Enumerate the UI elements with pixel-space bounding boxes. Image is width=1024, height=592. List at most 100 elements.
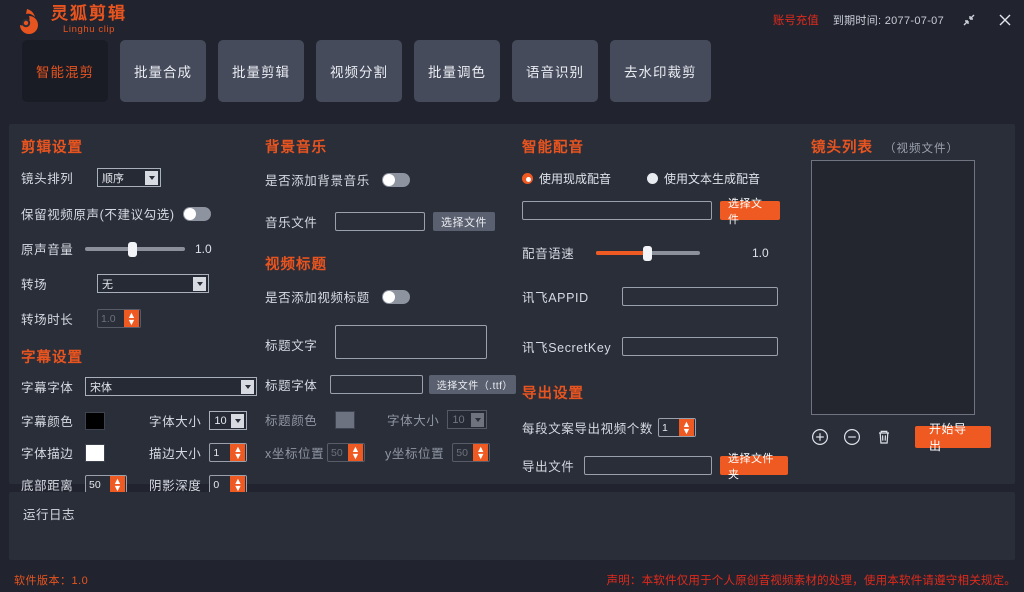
stepper-arrows-icon[interactable]: ▲▼	[473, 444, 488, 461]
slider-handle[interactable]	[128, 242, 137, 257]
toggle-knob	[383, 174, 395, 186]
tab-watermark-crop[interactable]: 去水印裁剪	[610, 40, 711, 102]
subtitle-font-label: 字幕字体	[21, 377, 85, 396]
stepper-arrows-icon[interactable]: ▲▼	[110, 476, 125, 493]
chevron-down-icon	[193, 277, 206, 291]
tab-label: 批量调色	[428, 61, 486, 81]
subtitle-outline-label: 字体描边	[21, 443, 85, 462]
xunfei-secretkey-label: 讯飞SecretKey	[522, 337, 622, 356]
outline-size-value: 1	[210, 447, 230, 459]
start-export-button[interactable]: 开始导出	[915, 426, 991, 448]
tab-video-split[interactable]: 视频分割	[316, 40, 402, 102]
transition-duration-stepper[interactable]: 1.0 ▲▼	[97, 309, 141, 328]
stepper-arrows-icon[interactable]: ▲▼	[124, 310, 139, 327]
title-color-label: 标题颜色	[265, 410, 335, 429]
section-title-edit-settings: 剪辑设置	[21, 136, 261, 157]
fox-logo-icon	[14, 5, 44, 35]
lens-list-note: （视频文件）	[884, 143, 959, 155]
radio-existing-dub-label: 使用现成配音	[539, 170, 611, 187]
video-title-enable-toggle[interactable]	[382, 290, 410, 304]
section-title-bgm: 背景音乐	[265, 136, 516, 157]
close-icon[interactable]	[994, 9, 1016, 31]
lens-list-box[interactable]	[811, 160, 975, 415]
button-label: 选择文件夹	[728, 450, 780, 482]
subtitle-size-value: 10	[214, 415, 226, 427]
toggle-knob	[184, 208, 196, 220]
export-choose-folder-button[interactable]: 选择文件夹	[720, 456, 788, 475]
radio-existing-dub[interactable]: 使用现成配音	[522, 170, 611, 187]
shadow-depth-value: 0	[210, 479, 230, 491]
radio-text-to-speech-label: 使用文本生成配音	[664, 170, 760, 187]
lens-order-select[interactable]: 顺序	[97, 168, 161, 187]
bottom-distance-value: 50	[86, 479, 110, 491]
dub-file-input[interactable]	[522, 201, 712, 220]
stepper-arrows-icon[interactable]: ▲▼	[679, 419, 694, 436]
dub-speed-value: 1.0	[752, 246, 769, 260]
tab-batch-merge[interactable]: 批量合成	[120, 40, 206, 102]
plus-circle-icon[interactable]	[811, 428, 829, 446]
subtitle-color-swatch[interactable]	[85, 412, 105, 430]
dub-speed-slider[interactable]	[596, 246, 700, 260]
transition-label: 转场	[21, 274, 97, 293]
minimize-icon[interactable]	[958, 9, 980, 31]
tab-batch-color[interactable]: 批量调色	[414, 40, 500, 102]
button-label: 选择文件	[441, 214, 487, 230]
tab-label: 去水印裁剪	[624, 61, 697, 81]
title-font-choose-button[interactable]: 选择文件（.ttf）	[429, 375, 516, 394]
recharge-link[interactable]: 账号充值	[773, 12, 819, 28]
keep-original-audio-toggle[interactable]	[183, 207, 211, 221]
keep-original-audio-label: 保留视频原声(不建议勾选)	[21, 204, 175, 223]
xunfei-secretkey-input[interactable]	[622, 337, 778, 356]
slider-handle[interactable]	[643, 246, 652, 261]
title-y-stepper[interactable]: 50 ▲▼	[452, 443, 490, 462]
bgm-file-label: 音乐文件	[265, 212, 335, 231]
app-logo: 灵狐剪辑 Linghu clip	[14, 5, 127, 35]
lens-order-value: 顺序	[102, 170, 124, 186]
export-dir-input[interactable]	[584, 456, 712, 475]
stepper-arrows-icon[interactable]: ▲▼	[230, 476, 245, 493]
bgm-choose-file-button[interactable]: 选择文件	[433, 212, 495, 231]
title-bar: 灵狐剪辑 Linghu clip 账号充值 到期时间: 2077-07-07	[0, 0, 1024, 40]
transition-duration-label: 转场时长	[21, 309, 97, 328]
transition-select[interactable]: 无	[97, 274, 209, 293]
chevron-down-icon	[241, 380, 254, 394]
title-x-stepper[interactable]: 50 ▲▼	[327, 443, 365, 462]
transition-duration-value: 1.0	[98, 313, 124, 325]
stepper-arrows-icon[interactable]: ▲▼	[348, 444, 363, 461]
tab-batch-edit[interactable]: 批量剪辑	[218, 40, 304, 102]
title-color-swatch[interactable]	[335, 411, 355, 429]
original-volume-slider[interactable]	[85, 242, 185, 256]
outline-size-label: 描边大小	[149, 443, 201, 462]
brand-name-en: Linghu clip	[51, 25, 127, 35]
subtitle-size-select[interactable]: 10	[209, 411, 247, 430]
outline-size-stepper[interactable]: 1 ▲▼	[209, 443, 247, 462]
lens-list-actions: 开始导出	[811, 426, 991, 448]
stepper-arrows-icon[interactable]: ▲▼	[230, 444, 245, 461]
export-count-stepper[interactable]: 1 ▲▼	[658, 418, 696, 437]
subtitle-outline-color-swatch[interactable]	[85, 444, 105, 462]
title-size-select[interactable]: 10	[447, 410, 487, 429]
title-x-value: 50	[328, 447, 348, 459]
radio-text-to-speech[interactable]: 使用文本生成配音	[647, 170, 760, 187]
title-font-input[interactable]	[330, 375, 422, 394]
section-title-lens-list: 镜头列表 （视频文件）	[811, 136, 1015, 157]
tab-smart-mix[interactable]: 智能混剪	[22, 40, 108, 102]
trash-icon[interactable]	[875, 428, 893, 446]
subtitle-font-select[interactable]: 宋体	[85, 377, 257, 396]
footer-bar: 软件版本：1.0 声明：本软件仅用于个人原创音视频素材的处理，使用本软件请遵守相…	[0, 568, 1024, 592]
xunfei-appid-input[interactable]	[622, 287, 778, 306]
export-count-value: 1	[659, 422, 679, 434]
settings-panel: 剪辑设置 镜头排列 顺序 保留视频原声(不建议勾选) 原声音量 1.0 转场 无	[9, 124, 1015, 484]
bgm-file-input[interactable]	[335, 212, 425, 231]
run-log-title: 运行日志	[23, 508, 75, 522]
bgm-enable-toggle[interactable]	[382, 173, 410, 187]
brand-name-cn: 灵狐剪辑	[51, 5, 127, 22]
run-log-panel[interactable]: 运行日志	[9, 492, 1015, 560]
title-text-input[interactable]	[335, 325, 487, 359]
dub-choose-file-button[interactable]: 选择文件	[720, 201, 780, 220]
minus-circle-icon[interactable]	[843, 428, 861, 446]
button-label: 选择文件（.ttf）	[437, 377, 508, 392]
tab-speech-recognition[interactable]: 语音识别	[512, 40, 598, 102]
title-bar-right: 账号充值 到期时间: 2077-07-07	[773, 0, 1016, 40]
tab-label: 批量合成	[134, 61, 192, 81]
